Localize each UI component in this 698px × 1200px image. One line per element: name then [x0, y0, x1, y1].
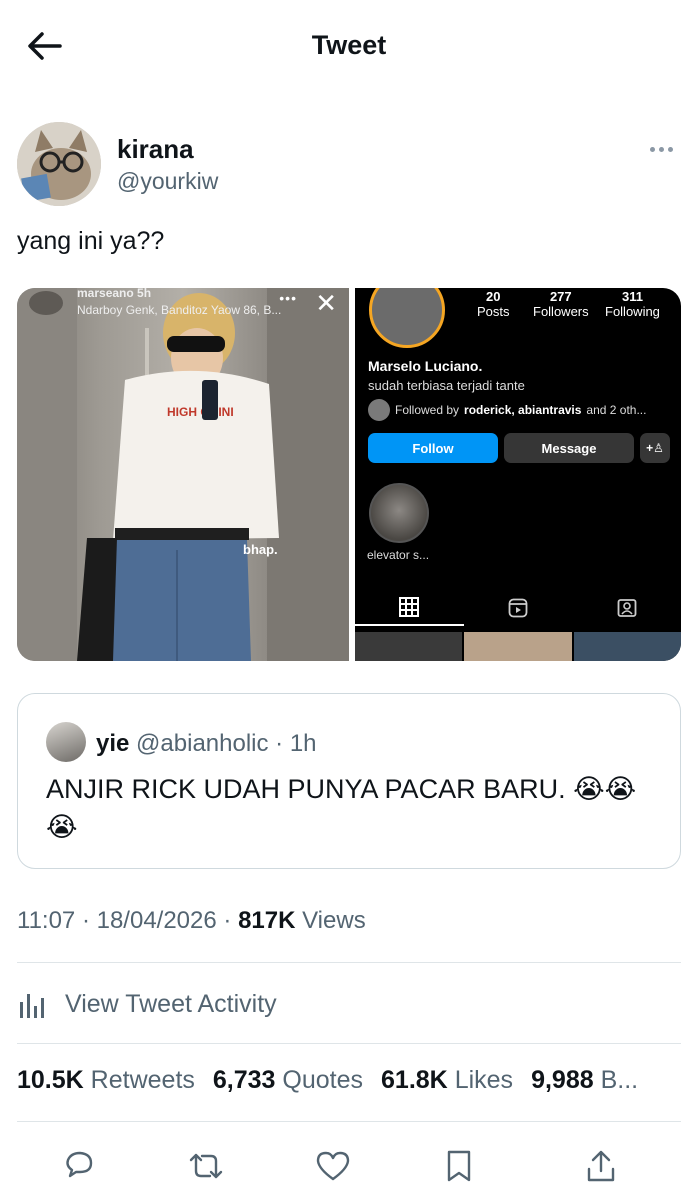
quote-avatar: [46, 722, 86, 762]
author-name[interactable]: kirana: [117, 134, 194, 165]
post-grid: [355, 632, 681, 661]
profile-screenshot[interactable]: 20 Posts 277 Followers 311 Following Mar…: [355, 288, 681, 661]
followers-label: Followers: [533, 304, 589, 319]
story-highlight: [369, 483, 429, 543]
likes-stat[interactable]: 61.8K Likes: [381, 1066, 513, 1094]
followed-by: Followed by roderick, abiantravis and 2 …: [368, 399, 646, 421]
bookmark-button[interactable]: [437, 1144, 481, 1188]
elevator-selfie-image: HIGH GNINI: [17, 288, 349, 661]
retweets-stat[interactable]: 10.5K Retweets: [17, 1066, 195, 1094]
profile-name: Marselo Luciano.: [368, 358, 483, 374]
bar-chart-icon: [20, 994, 44, 1018]
divider: [17, 962, 681, 963]
divider: [17, 1043, 681, 1044]
share-button[interactable]: [579, 1144, 623, 1188]
page-title: Tweet: [311, 30, 387, 60]
mutual-avatar: [368, 399, 390, 421]
author-handle[interactable]: @yourkiw: [117, 168, 218, 195]
tweet-timestamp: 11:07 · 18/04/2026 · 817K Views: [17, 907, 366, 934]
tweet-actions: [0, 1140, 698, 1190]
story-music: Ndarboy Genk, Banditoz Yaow 86, B...: [77, 303, 282, 317]
close-icon: ✕: [315, 288, 337, 318]
message-button: Message: [504, 433, 634, 463]
tagged-icon: [572, 590, 681, 626]
tweet-text: yang ini ya??: [17, 227, 165, 255]
share-icon: [587, 1150, 615, 1182]
highlight-label: elevator s...: [367, 548, 430, 562]
story-sticker-text: bhap.: [243, 542, 278, 557]
heart-icon: [316, 1151, 350, 1181]
grid-icon: [355, 590, 464, 626]
bookmark-icon: [447, 1150, 471, 1182]
add-user-icon: +♙: [640, 433, 670, 463]
top-bar: Tweet: [0, 0, 698, 95]
following-count: 311: [621, 289, 643, 304]
engagement-stats: 10.5K Retweets 6,733 Quotes 61.8K Likes 9,9…: [17, 1066, 681, 1095]
author-avatar[interactable]: [17, 122, 101, 206]
following-label: Following: [605, 304, 660, 319]
tweet-media: HIGH GNINI marseano 5h Ndarboy Genk, Ban…: [17, 288, 681, 661]
views-count: 817K: [238, 907, 296, 934]
quote-text: ANJIR RICK UDAH PUNYA PACAR BARU. 😭😭😭: [46, 774, 637, 842]
divider: [17, 1121, 681, 1122]
more-options-button[interactable]: [641, 134, 681, 164]
reply-icon: [66, 1151, 93, 1178]
posts-label: Posts: [477, 304, 510, 319]
quoted-tweet[interactable]: yie @abianholic · 1h ANJIR RICK UDAH PUN…: [17, 693, 681, 869]
story-user-avatar: [29, 291, 63, 315]
more-horizontal-icon: [649, 146, 655, 152]
story-screenshot[interactable]: HIGH GNINI marseano 5h Ndarboy Genk, Ban…: [17, 288, 349, 661]
quote-author-name: yie: [96, 730, 130, 757]
profile-tabs: [355, 590, 681, 626]
profile-bio: sudah terbiasa terjadi tante: [368, 378, 525, 393]
view-activity-button[interactable]: View Tweet Activity: [17, 984, 277, 1024]
followers-count: 277: [549, 289, 572, 304]
tweet-author: kirana @yourkiw: [17, 122, 681, 206]
profile-avatar: [369, 288, 445, 348]
like-button[interactable]: [311, 1144, 355, 1188]
views-label: Views: [302, 907, 366, 934]
reels-icon: [464, 590, 573, 626]
posts-count: 20: [486, 289, 501, 304]
retweet-icon: [189, 1153, 223, 1179]
activity-label: View Tweet Activity: [65, 989, 277, 1018]
story-more-icon: •••: [279, 290, 297, 306]
svg-text:HIGH GNINI: HIGH GNINI: [167, 405, 234, 419]
reply-button[interactable]: [57, 1144, 101, 1188]
bookmarks-stat[interactable]: 9,988 B...: [531, 1066, 638, 1094]
quotes-stat[interactable]: 6,733 Quotes: [213, 1066, 363, 1094]
quote-handle-time: @abianholic · 1h: [136, 730, 317, 757]
retweet-button[interactable]: [184, 1144, 228, 1188]
follow-button: Follow: [368, 433, 498, 463]
story-username: marseano 5h: [77, 288, 152, 300]
cat-avatar-image: [17, 122, 101, 206]
quote-header: yie @abianholic · 1h: [96, 730, 317, 758]
